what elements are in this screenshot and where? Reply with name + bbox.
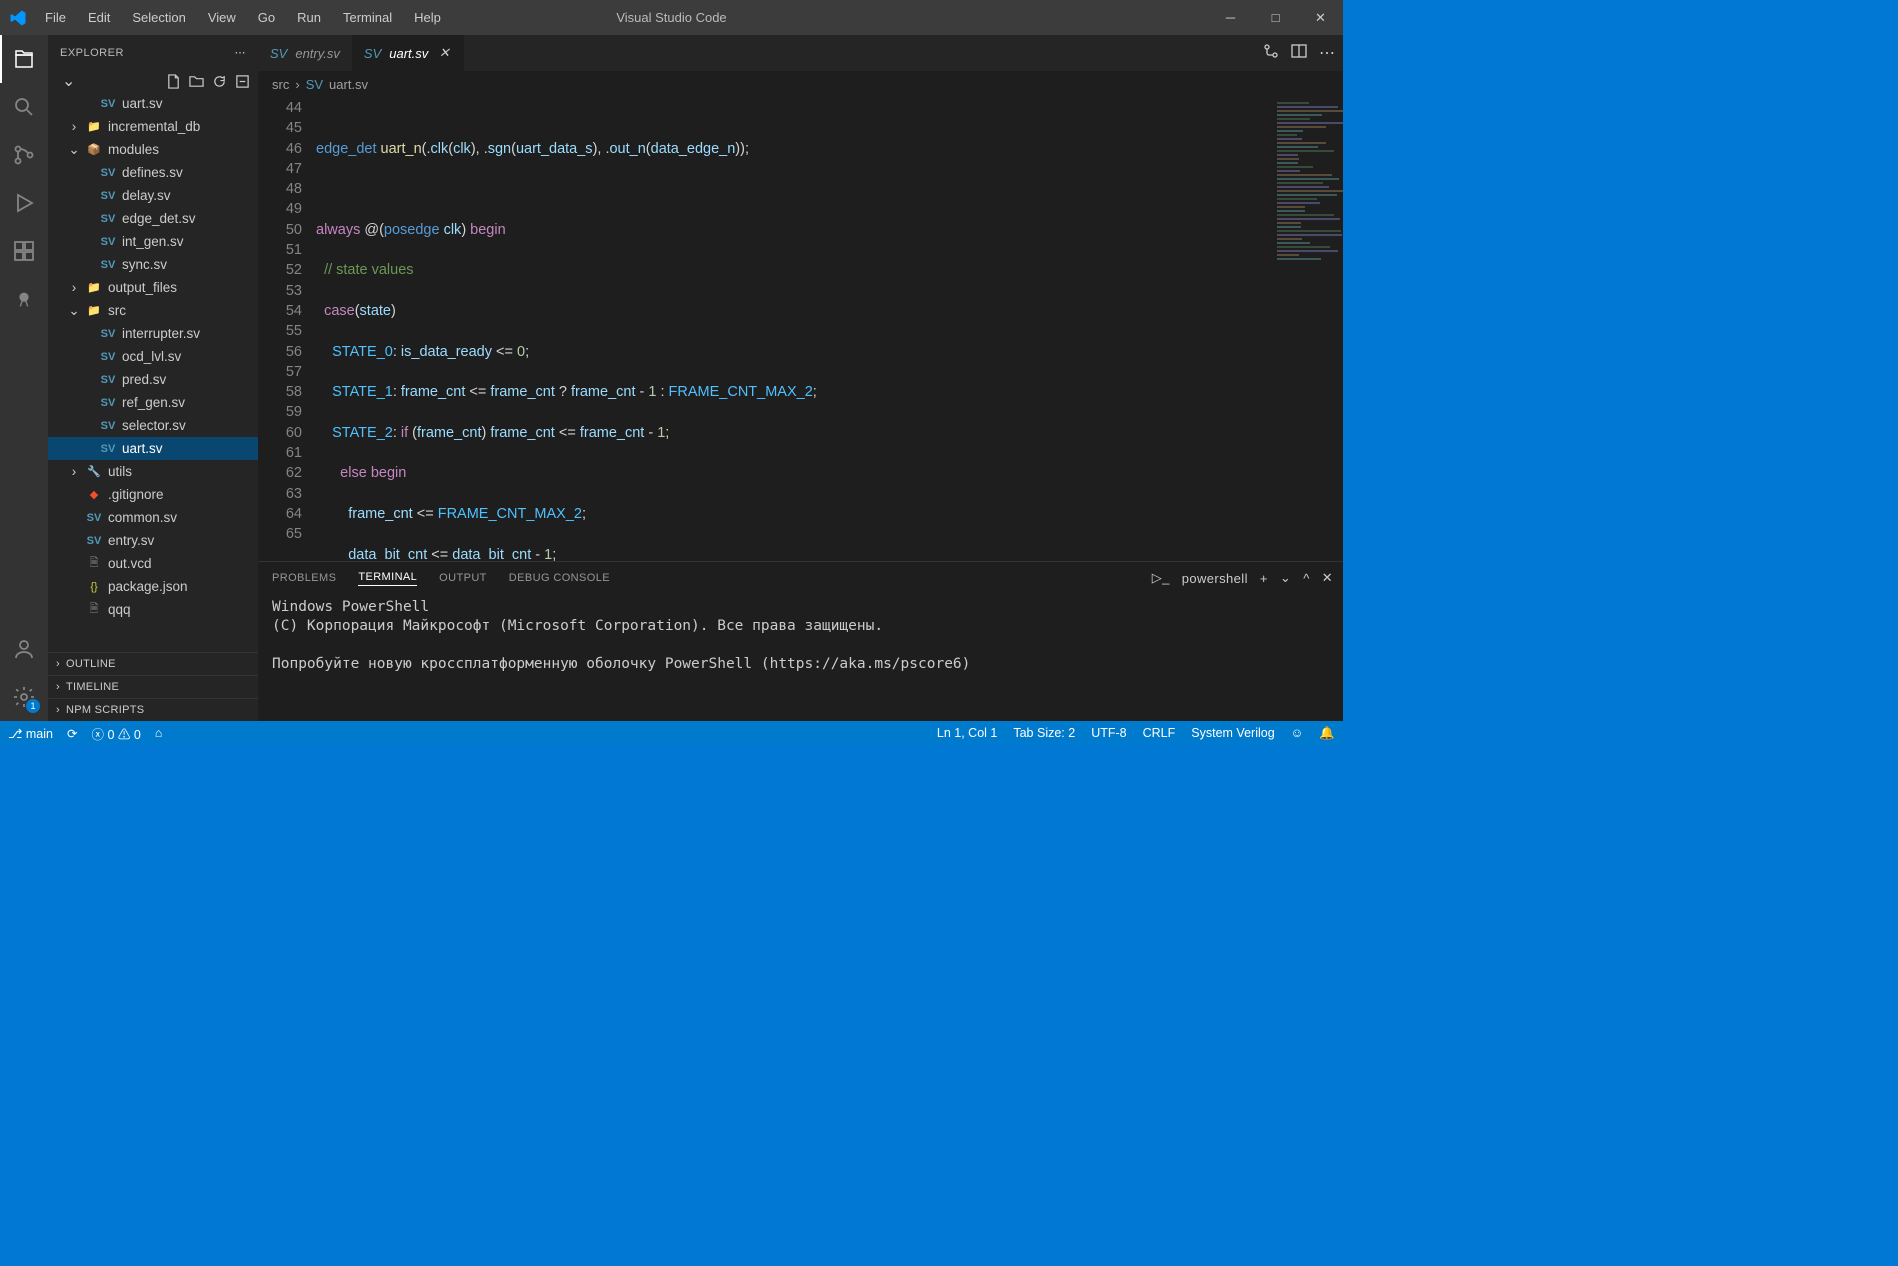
file-tree: SVuart.sv›📁incremental_db⌄📦modulesSVdefi…	[48, 92, 258, 652]
terminal-dropdown-icon[interactable]: ⌄	[1280, 570, 1291, 586]
compare-changes-icon[interactable]	[1263, 43, 1279, 63]
title-bar: File Edit Selection View Go Run Terminal…	[0, 0, 1343, 35]
tab-entry-sv[interactable]: SVentry.sv	[258, 35, 352, 71]
menu-edit[interactable]: Edit	[78, 4, 120, 31]
tree-item-entry-sv[interactable]: SVentry.sv	[48, 529, 258, 552]
extensions-icon[interactable]	[0, 227, 48, 275]
npm-scripts-section[interactable]: ›NPM SCRIPTS	[48, 698, 258, 721]
window-controls: ─ □ ✕	[1208, 0, 1343, 35]
status-eol[interactable]: CRLF	[1143, 726, 1176, 740]
tab-close-icon[interactable]: ✕	[436, 45, 452, 61]
sidebar-title: EXPLORER	[60, 47, 124, 59]
tree-item-ocd_lvl-sv[interactable]: SVocd_lvl.sv	[48, 345, 258, 368]
terminal-panel: PROBLEMS TERMINAL OUTPUT DEBUG CONSOLE ▷…	[258, 561, 1343, 721]
vscode-logo-icon	[0, 9, 35, 27]
sidebar-more-icon[interactable]: ⋯	[235, 46, 247, 59]
minimize-button[interactable]: ─	[1208, 0, 1253, 35]
search-icon[interactable]	[0, 83, 48, 131]
panel-tab-output[interactable]: OUTPUT	[439, 572, 487, 584]
sv-file-icon: SV	[364, 46, 381, 61]
tree-item-modules[interactable]: ⌄📦modules	[48, 138, 258, 161]
new-folder-icon[interactable]	[189, 74, 204, 89]
editor-tabs: SVentry.sv SVuart.sv✕ ⋯	[258, 35, 1343, 71]
refresh-icon[interactable]	[212, 74, 227, 89]
tree-item-common-sv[interactable]: SVcommon.sv	[48, 506, 258, 529]
tree-item-sync-sv[interactable]: SVsync.sv	[48, 253, 258, 276]
breadcrumb[interactable]: src›SVuart.sv	[258, 71, 1343, 98]
tree-item-pred-sv[interactable]: SVpred.sv	[48, 368, 258, 391]
status-encoding[interactable]: UTF-8	[1091, 726, 1126, 740]
status-branch[interactable]: ⎇ main	[8, 726, 53, 741]
collapse-icon[interactable]	[235, 74, 250, 89]
new-terminal-icon[interactable]: +	[1260, 571, 1268, 586]
settings-badge: 1	[26, 699, 40, 713]
panel-tab-problems[interactable]: PROBLEMS	[272, 572, 336, 584]
status-bar: ⎇ main ⟳ ⓧ 0 ⚠ 0 ⌂ Ln 1, Col 1 Tab Size:…	[0, 721, 1343, 745]
tree-item-ref_gen-sv[interactable]: SVref_gen.sv	[48, 391, 258, 414]
menu-bar: File Edit Selection View Go Run Terminal…	[35, 4, 451, 31]
platformio-icon[interactable]	[0, 275, 48, 323]
chevron-down-icon[interactable]: ⌄	[62, 71, 75, 91]
menu-view[interactable]: View	[198, 4, 246, 31]
outline-section[interactable]: ›OUTLINE	[48, 652, 258, 675]
tree-item-incremental_db[interactable]: ›📁incremental_db	[48, 115, 258, 138]
minimap[interactable]	[1273, 98, 1343, 561]
status-notifications-icon[interactable]: 🔔	[1319, 726, 1335, 741]
panel-tab-debug-console[interactable]: DEBUG CONSOLE	[509, 572, 610, 584]
tree-item-selector-sv[interactable]: SVselector.sv	[48, 414, 258, 437]
tree-item-uart-sv[interactable]: SVuart.sv	[48, 92, 258, 115]
close-panel-icon[interactable]: ✕	[1322, 570, 1333, 586]
run-debug-icon[interactable]	[0, 179, 48, 227]
tree-item-src[interactable]: ⌄📁src	[48, 299, 258, 322]
settings-icon[interactable]: 1	[0, 673, 48, 721]
tree-item-uart-sv[interactable]: SVuart.sv	[48, 437, 258, 460]
terminal-shell-label[interactable]: powershell	[1182, 571, 1248, 586]
sv-file-icon: SV	[306, 77, 323, 92]
panel-tab-terminal[interactable]: TERMINAL	[358, 571, 417, 586]
tree-item-utils[interactable]: ›🔧utils	[48, 460, 258, 483]
terminal-output[interactable]: Windows PowerShell (C) Корпорация Майкро…	[258, 594, 1343, 721]
tree-item-qqq[interactable]: 🗎qqq	[48, 598, 258, 621]
tree-item--gitignore[interactable]: ◆.gitignore	[48, 483, 258, 506]
tab-uart-sv[interactable]: SVuart.sv✕	[352, 35, 464, 71]
activity-bar: 1	[0, 35, 48, 721]
tree-item-delay-sv[interactable]: SVdelay.sv	[48, 184, 258, 207]
status-language[interactable]: System Verilog	[1191, 726, 1274, 740]
menu-help[interactable]: Help	[404, 4, 451, 31]
sidebar-explorer: EXPLORER ⋯ ⌄ SVuart.sv›📁incremental_db⌄📦…	[48, 35, 258, 721]
close-button[interactable]: ✕	[1298, 0, 1343, 35]
tree-item-output_files[interactable]: ›📁output_files	[48, 276, 258, 299]
tree-item-defines-sv[interactable]: SVdefines.sv	[48, 161, 258, 184]
explorer-icon[interactable]	[0, 35, 48, 83]
status-sync-icon[interactable]: ⟳	[67, 726, 77, 741]
status-cursor-position[interactable]: Ln 1, Col 1	[937, 726, 997, 740]
new-file-icon[interactable]	[166, 74, 181, 89]
maximize-panel-icon[interactable]: ^	[1303, 571, 1310, 586]
maximize-button[interactable]: □	[1253, 0, 1298, 35]
sv-file-icon: SV	[270, 46, 287, 61]
menu-go[interactable]: Go	[248, 4, 285, 31]
timeline-section[interactable]: ›TIMELINE	[48, 675, 258, 698]
tree-item-package-json[interactable]: {}package.json	[48, 575, 258, 598]
source-control-icon[interactable]	[0, 131, 48, 179]
code-editor[interactable]: 4445464748495051525354555657585960616263…	[258, 98, 1343, 561]
tree-item-interrupter-sv[interactable]: SVinterrupter.sv	[48, 322, 258, 345]
tree-item-int_gen-sv[interactable]: SVint_gen.sv	[48, 230, 258, 253]
editor-more-icon[interactable]: ⋯	[1319, 43, 1335, 63]
accounts-icon[interactable]	[0, 625, 48, 673]
status-home-icon[interactable]: ⌂	[155, 726, 163, 740]
menu-terminal[interactable]: Terminal	[333, 4, 402, 31]
split-editor-icon[interactable]	[1291, 43, 1307, 63]
status-feedback-icon[interactable]: ☺	[1291, 726, 1304, 740]
menu-file[interactable]: File	[35, 4, 76, 31]
tree-item-out-vcd[interactable]: 🗎out.vcd	[48, 552, 258, 575]
terminal-shell-icon[interactable]: ▷_	[1152, 570, 1170, 586]
status-tab-size[interactable]: Tab Size: 2	[1013, 726, 1075, 740]
tree-item-edge_det-sv[interactable]: SVedge_det.sv	[48, 207, 258, 230]
window-title: Visual Studio Code	[616, 10, 726, 25]
menu-run[interactable]: Run	[287, 4, 331, 31]
menu-selection[interactable]: Selection	[122, 4, 195, 31]
status-problems[interactable]: ⓧ 0 ⚠ 0	[91, 724, 140, 743]
